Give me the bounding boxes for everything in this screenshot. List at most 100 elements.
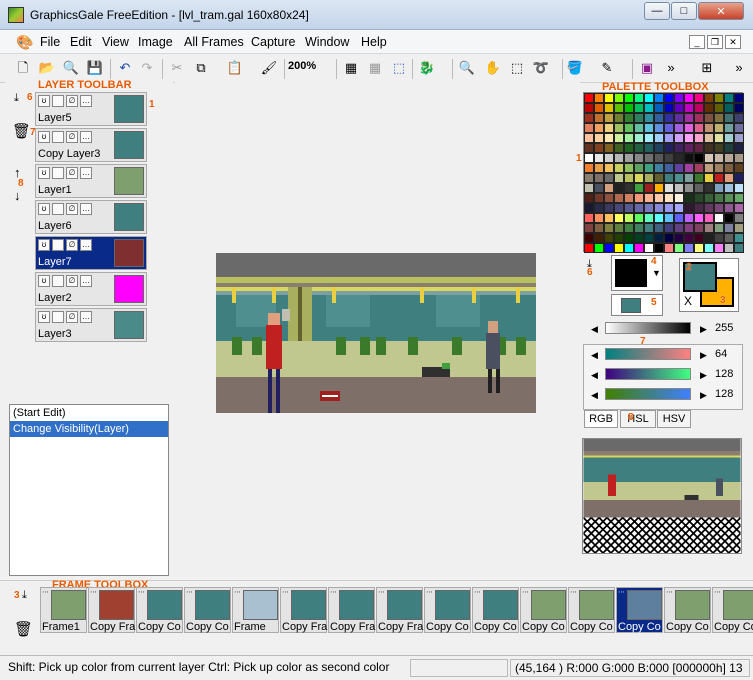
lock-icon[interactable] (52, 131, 64, 143)
tab-rgb[interactable]: RGB (584, 410, 618, 428)
undo-icon[interactable]: ↶ (116, 59, 134, 77)
frame-cell[interactable]: ⋯ Copy Co (712, 587, 753, 633)
history-item-change-visibility[interactable]: Change Visibility(Layer) (10, 421, 168, 437)
menu-file[interactable]: File (40, 35, 60, 49)
lock-icon[interactable] (52, 275, 64, 287)
visibility-icon[interactable]: ʊ (38, 203, 50, 215)
frame-options-icon[interactable]: ⋯ (378, 589, 386, 598)
green-slider[interactable] (605, 368, 691, 380)
green-right-icon[interactable]: ▶ (700, 370, 707, 381)
lock-icon[interactable] (52, 311, 64, 323)
visibility-icon[interactable]: ʊ (38, 131, 50, 143)
frame-cell[interactable]: ⋯ Copy Co (568, 587, 615, 633)
close-button[interactable]: ✕ (698, 2, 744, 20)
menu-capture[interactable]: Capture (251, 35, 295, 49)
layer-options-icon[interactable]: … (80, 203, 92, 215)
toolbar-overflow-icon[interactable]: » (730, 59, 748, 77)
frame-options-icon[interactable]: ⋯ (90, 589, 98, 598)
trash-icon[interactable]: 🗑 (12, 122, 31, 140)
frame-options-icon[interactable]: ⋯ (138, 589, 146, 598)
alpha-icon[interactable]: ∅ (66, 203, 78, 215)
frame-cell[interactable]: ⋯ Copy Fra (376, 587, 423, 633)
blue-left-icon[interactable]: ◀ (591, 390, 598, 401)
select-frame-icon[interactable]: ⬚ (390, 59, 408, 77)
pen-color-icon[interactable]: ✎ (598, 59, 616, 77)
layer-row[interactable]: ʊ ∅… Copy Layer3 (35, 128, 147, 162)
menu-image[interactable]: Image (138, 35, 173, 49)
maximize-button[interactable]: □ (671, 2, 697, 20)
blue-right-icon[interactable]: ▶ (700, 390, 707, 401)
options-icon[interactable]: ⊞ (698, 59, 716, 77)
color-palette-grid[interactable] (583, 92, 744, 253)
fill-bucket-icon[interactable]: 🪣 (566, 59, 584, 77)
frame-cell[interactable]: ⋯ Copy Co (136, 587, 183, 633)
frame-options-icon[interactable]: ⋯ (618, 589, 626, 598)
layer-options-icon[interactable]: … (80, 131, 92, 143)
visibility-icon[interactable]: ʊ (38, 275, 50, 287)
red-left-icon[interactable]: ◀ (591, 350, 598, 361)
brightness-right-icon[interactable]: ▶ (700, 324, 707, 335)
hand-icon[interactable]: ✋ (484, 59, 502, 77)
frame-options-icon[interactable]: ⋯ (474, 589, 482, 598)
lock-icon[interactable] (52, 167, 64, 179)
layer-options-icon[interactable]: … (80, 95, 92, 107)
history-list[interactable]: (Start Edit) Change Visibility(Layer) (9, 404, 169, 576)
frame-options-icon[interactable]: ⋯ (234, 589, 242, 598)
preview-icon[interactable]: 🔍 (62, 59, 80, 77)
frame-options-icon[interactable]: ⋯ (666, 589, 674, 598)
redo-icon[interactable]: ↷ (138, 59, 156, 77)
frame-trash-icon[interactable]: 🗑 (14, 620, 33, 638)
menu-all-frames[interactable]: All Frames (184, 35, 244, 49)
paste-icon[interactable]: 📋 (226, 59, 244, 77)
brightness-left-icon[interactable]: ◀ (591, 324, 598, 335)
brightness-slider[interactable] (605, 322, 691, 334)
layer-row[interactable]: ʊ ∅… Layer1 (35, 164, 147, 198)
lock-icon[interactable] (52, 203, 64, 215)
cut-icon[interactable]: ✂ (168, 59, 186, 77)
move-down-icon[interactable]: ↓ (14, 188, 21, 203)
history-item-start[interactable]: (Start Edit) (10, 405, 168, 421)
lock-icon[interactable] (52, 95, 64, 107)
open-folder-icon[interactable]: 📂 (38, 59, 56, 77)
frame-cell[interactable]: ⋯ Copy Co (664, 587, 711, 633)
menu-help[interactable]: Help (361, 35, 387, 49)
blue-slider[interactable] (605, 388, 691, 400)
magnify-icon[interactable]: 🔍 (458, 59, 476, 77)
red-right-icon[interactable]: ▶ (700, 350, 707, 361)
frame-cell[interactable]: ⋯ Frame (232, 587, 279, 633)
frame-cell[interactable]: ⋯ Copy Co (472, 587, 519, 633)
frame-options-icon[interactable]: ⋯ (570, 589, 578, 598)
layer-options-icon[interactable]: … (80, 311, 92, 323)
menu-edit[interactable]: Edit (70, 35, 92, 49)
tab-hsv[interactable]: HSV (657, 410, 691, 428)
merge-down-icon[interactable]: ⤓ (14, 92, 19, 105)
lock-icon[interactable] (52, 239, 64, 251)
new-file-icon[interactable]: 🗋 (14, 59, 32, 77)
layer-row[interactable]: ʊ ∅… Layer5 (35, 92, 147, 126)
grid-fine-icon[interactable]: ▦ (366, 59, 384, 77)
dragon-icon[interactable]: 🐉 (418, 59, 436, 77)
layer-row[interactable]: ʊ ∅… Layer3 (35, 308, 147, 342)
minimize-button[interactable]: — (644, 2, 670, 20)
alpha-icon[interactable]: ∅ (66, 131, 78, 143)
layer-row[interactable]: ʊ ∅… Layer6 (35, 200, 147, 234)
toolbar-more-icon[interactable]: » (662, 59, 680, 77)
mdi-minimize-button[interactable]: _ (689, 35, 705, 49)
layer-options-icon[interactable]: … (80, 239, 92, 251)
visibility-icon[interactable]: ʊ (38, 311, 50, 323)
layer-options-icon[interactable]: … (80, 167, 92, 179)
frame-icon[interactable]: ▣ (638, 59, 656, 77)
frame-options-icon[interactable]: ⋯ (282, 589, 290, 598)
frame-cell[interactable]: ⋯ Copy Co (424, 587, 471, 633)
menu-view[interactable]: View (102, 35, 129, 49)
mdi-doc-icon[interactable]: 🎨 (16, 34, 33, 51)
frame-options-icon[interactable]: ⋯ (426, 589, 434, 598)
copy-icon[interactable]: ⧉ (192, 59, 210, 77)
grid-icon[interactable]: ▦ (342, 59, 360, 77)
frame-options-icon[interactable]: ⋯ (714, 589, 722, 598)
frame-merge-icon[interactable]: ⤓ (22, 589, 27, 602)
layer-row[interactable]: ʊ ∅… Layer2 (35, 272, 147, 306)
paste-new-icon[interactable]: 🖌 (260, 59, 278, 77)
frame-cell[interactable]: ⋯ Copy Fra (280, 587, 327, 633)
mdi-restore-button[interactable]: ❐ (707, 35, 723, 49)
